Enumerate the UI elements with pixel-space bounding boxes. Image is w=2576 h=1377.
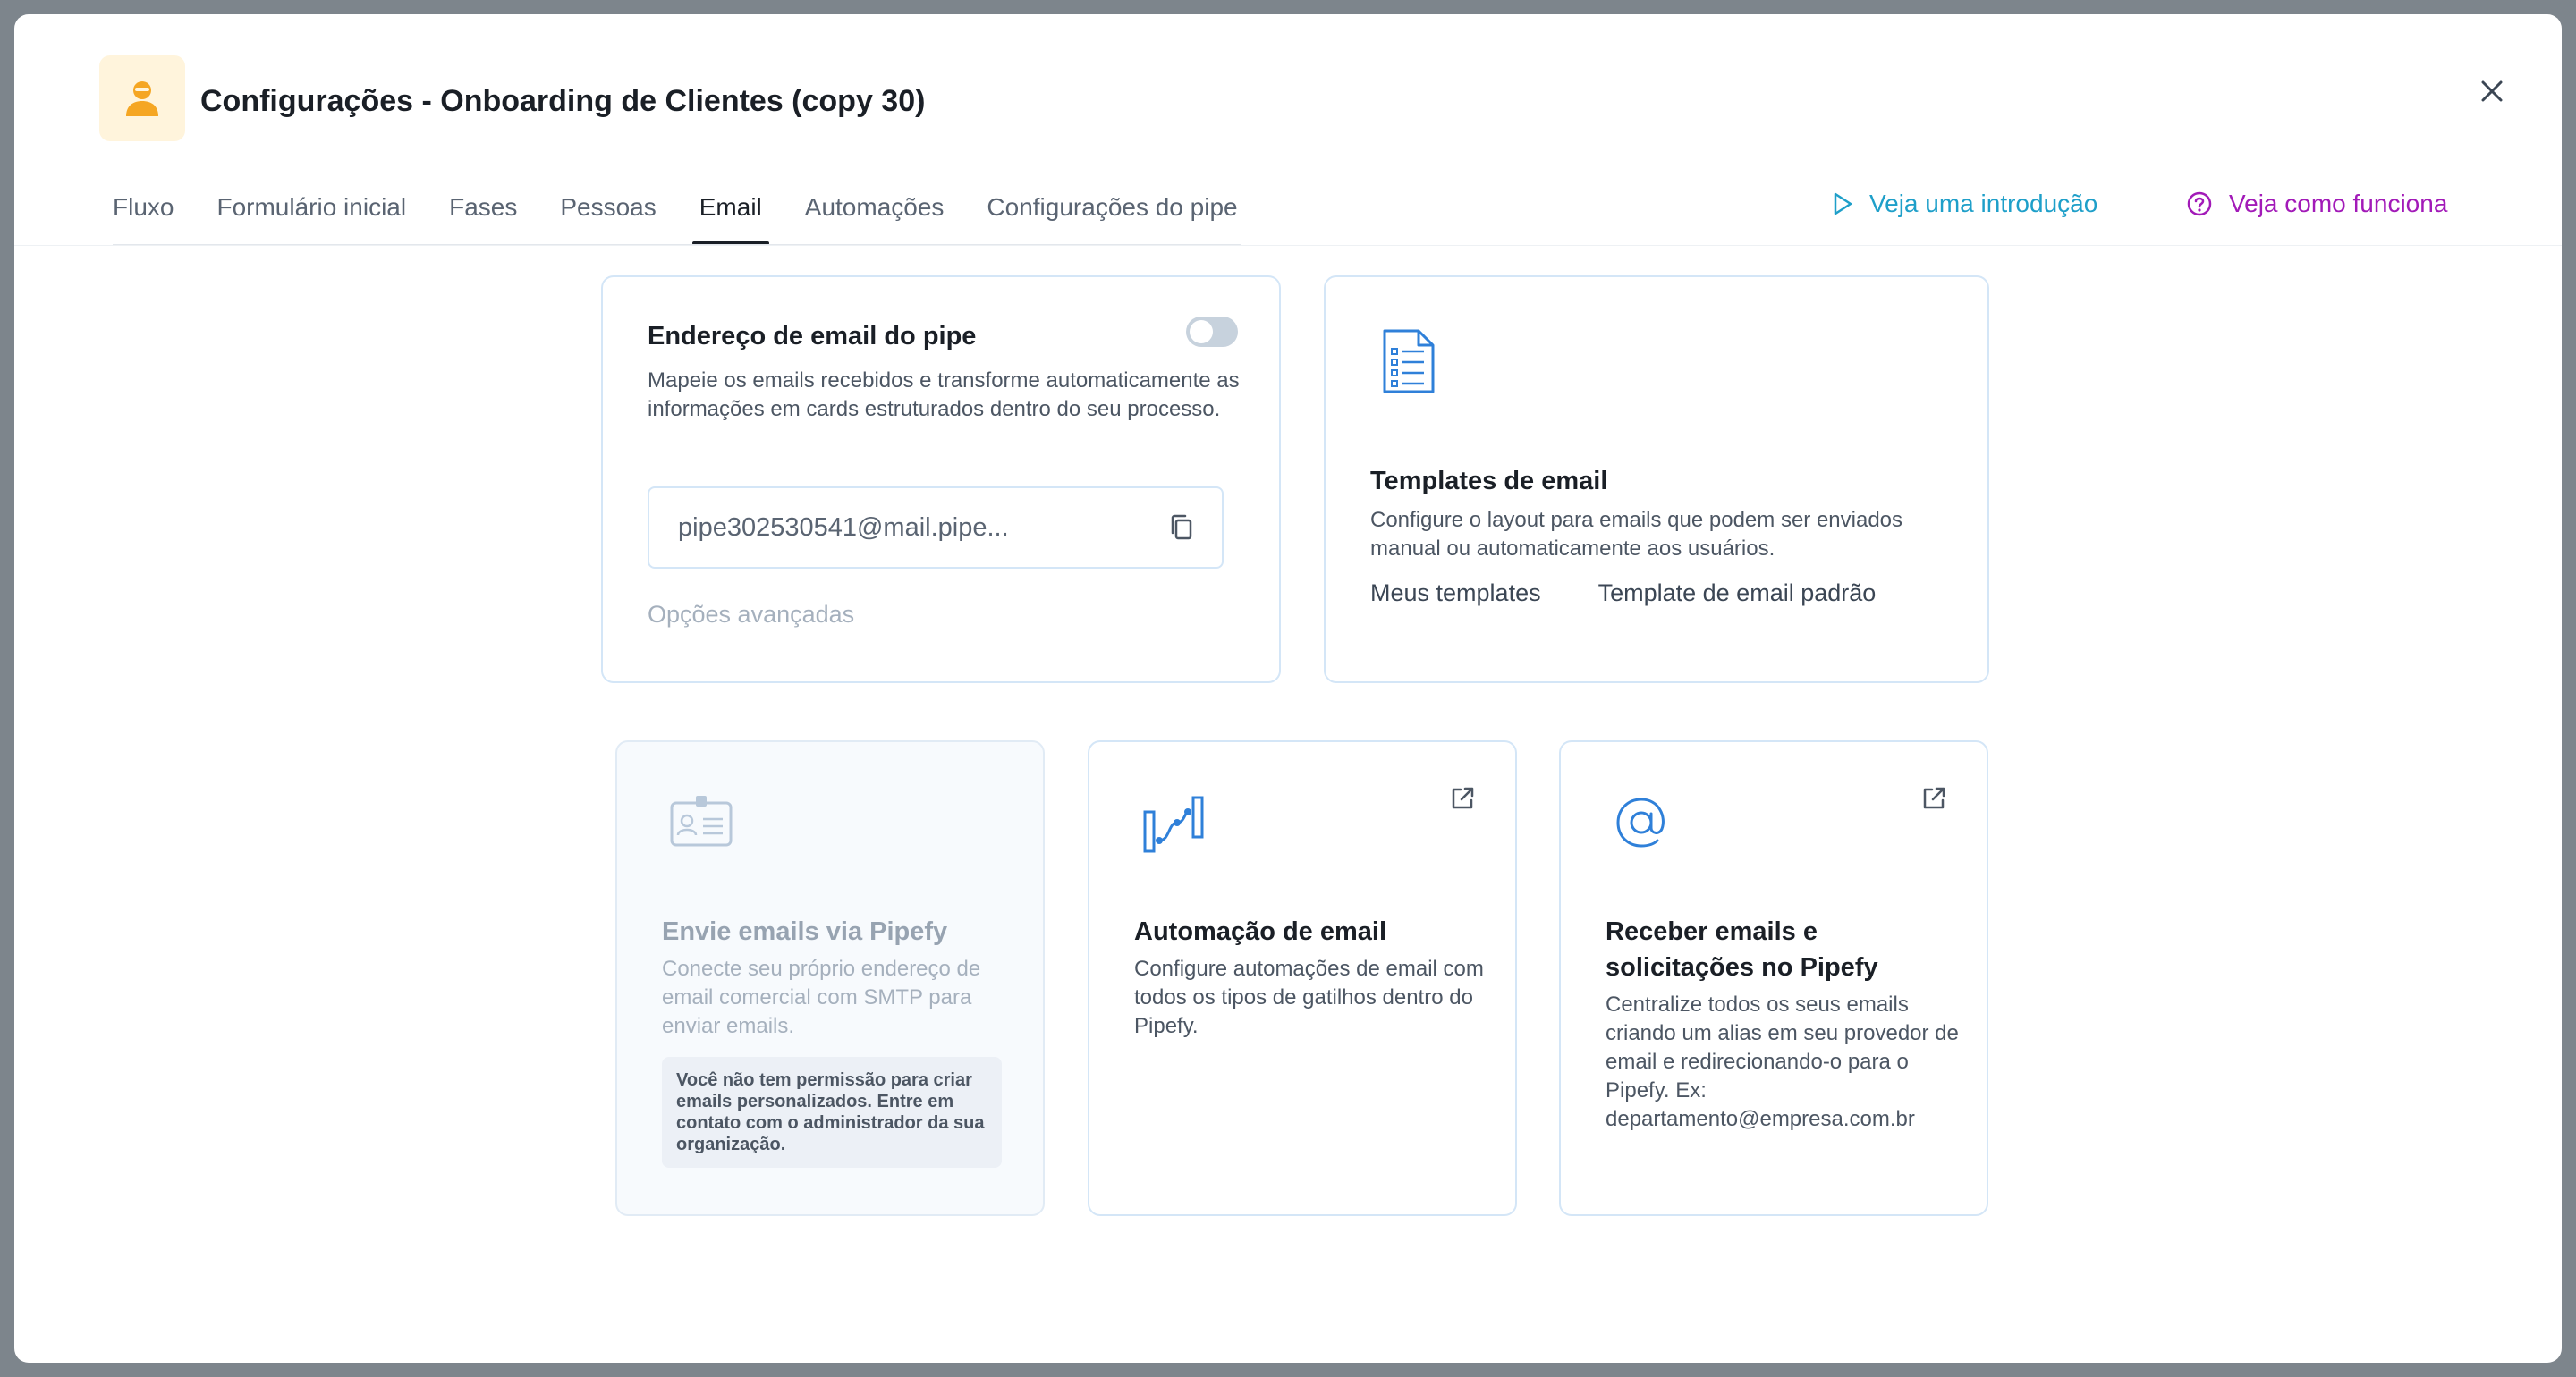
receive-emails-title: Receber emails e solicitações no Pipefy <box>1606 917 1878 982</box>
pipe-icon <box>99 55 185 141</box>
tab-fases[interactable]: Fases <box>449 175 517 245</box>
person-icon <box>126 81 158 116</box>
smtp-card: Envie emails via Pipefy Conecte seu próp… <box>615 740 1045 1216</box>
permission-note: Você não tem permissão para criar emails… <box>662 1057 1002 1168</box>
intro-link-label: Veja uma introdução <box>1869 190 2098 217</box>
default-template-link[interactable]: Template de email padrão <box>1598 579 1877 607</box>
intro-link[interactable]: Veja uma introdução <box>1832 190 2097 218</box>
at-sign-icon <box>1613 794 1670 856</box>
copy-icon <box>1171 514 1192 540</box>
email-automation-description: Configure automações de email com todos … <box>1134 957 1484 1038</box>
automation-flow-icon <box>1141 794 1206 859</box>
email-automation-card[interactable]: Automação de email Configure automações … <box>1088 740 1517 1216</box>
pipe-email-card: Endereço de email do pipe Mapeie os emai… <box>601 275 1281 683</box>
close-button[interactable] <box>2474 73 2510 109</box>
tab-pessoas[interactable]: Pessoas <box>560 175 656 245</box>
pipe-email-description: Mapeie os emails recebidos e transforme … <box>648 368 1240 421</box>
my-templates-link[interactable]: Meus templates <box>1370 579 1541 607</box>
help-circle-icon <box>2187 191 2212 216</box>
close-icon <box>2481 80 2503 102</box>
receive-emails-card[interactable]: Receber emails e solicitações no Pipefy … <box>1559 740 1988 1216</box>
id-badge-icon <box>669 794 733 852</box>
how-it-works-link[interactable]: Veja como funciona <box>2186 190 2447 218</box>
tab-configuracoes-do-pipe[interactable]: Configurações do pipe <box>987 175 1237 245</box>
email-templates-description: Configure o layout para emails que podem… <box>1370 508 1903 561</box>
tab-bar: Fluxo Formulário inicial Fases Pessoas E… <box>113 175 1281 245</box>
pipe-email-toggle[interactable] <box>1186 317 1238 347</box>
email-templates-card: Templates de email Configure o layout pa… <box>1324 275 1989 683</box>
pipe-email-value: pipe302530541@mail.pipe... <box>678 512 1009 542</box>
pipe-email-title: Endereço de email do pipe <box>648 322 977 351</box>
external-link-icon[interactable] <box>1449 785 1476 816</box>
receive-emails-description: Centralize todos os seus emails criando … <box>1606 993 1959 1131</box>
how-it-works-label: Veja como funciona <box>2229 190 2448 217</box>
email-automation-title: Automação de email <box>1134 917 1387 946</box>
tab-automacoes[interactable]: Automações <box>805 175 945 245</box>
email-templates-title: Templates de email <box>1370 467 1608 495</box>
page-title: Configurações - Onboarding de Clientes (… <box>200 84 926 118</box>
tab-fluxo[interactable]: Fluxo <box>113 175 174 245</box>
tab-email[interactable]: Email <box>691 175 769 245</box>
tab-formulario-inicial[interactable]: Formulário inicial <box>216 175 406 245</box>
external-link-icon[interactable] <box>1920 785 1947 816</box>
pipe-email-field[interactable]: pipe302530541@mail.pipe... <box>648 486 1224 569</box>
advanced-options-link[interactable]: Opções avançadas <box>648 601 854 629</box>
settings-modal: Configurações - Onboarding de Clientes (… <box>14 14 2562 1363</box>
play-icon <box>1834 192 1852 215</box>
header-divider <box>14 245 2562 246</box>
document-list-icon <box>1381 327 1436 400</box>
copy-button[interactable] <box>1168 513 1195 542</box>
smtp-description: Conecte seu próprio endereço de email co… <box>662 957 981 1038</box>
smtp-title: Envie emails via Pipefy <box>662 917 948 946</box>
